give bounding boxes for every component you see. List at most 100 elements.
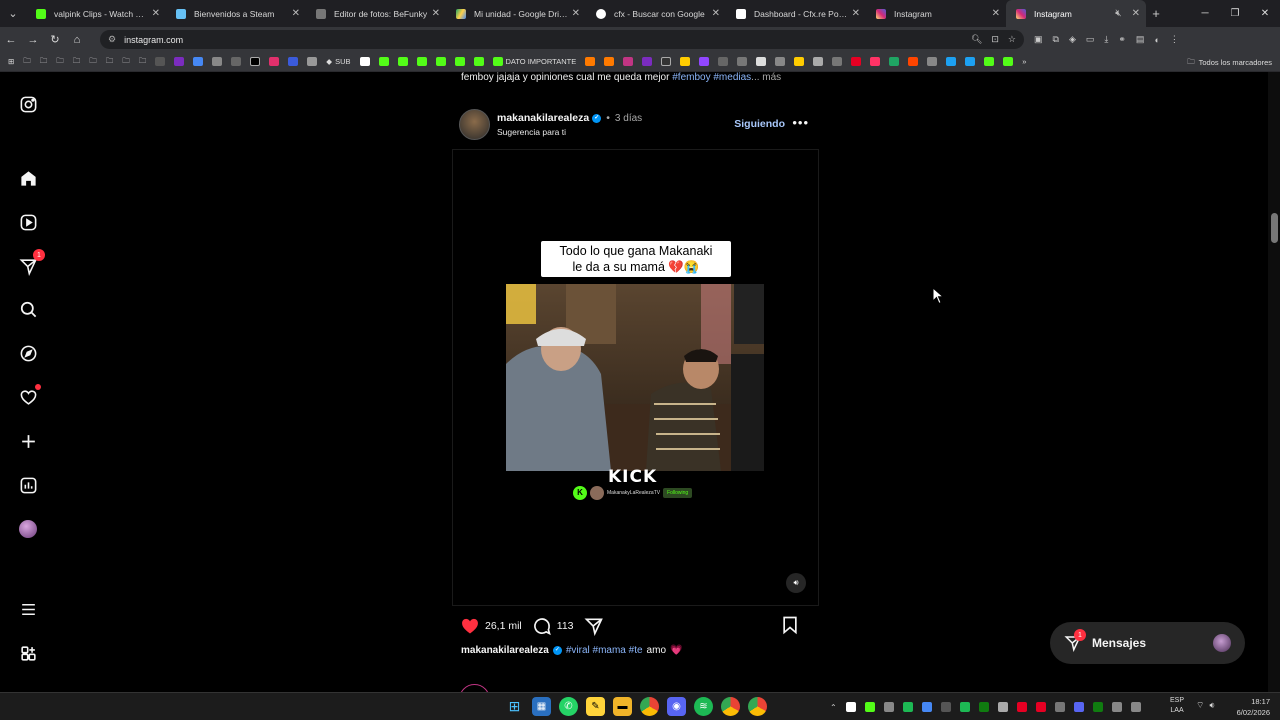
bookmark-icon[interactable] xyxy=(623,57,634,66)
post-options-icon[interactable]: ••• xyxy=(792,115,809,130)
bookmark-icon[interactable] xyxy=(378,57,389,66)
bookmark-icon[interactable] xyxy=(680,57,691,66)
chrome-profile-icon[interactable] xyxy=(748,697,767,716)
tray-app-icon[interactable] xyxy=(1111,702,1122,712)
bookmark-icon[interactable] xyxy=(870,57,881,66)
close-tab-icon[interactable]: ✕ xyxy=(432,8,440,19)
bookmark-icon[interactable] xyxy=(775,57,786,66)
tray-app-icon[interactable] xyxy=(1092,702,1103,712)
folder-icon[interactable]: 🗀︎ xyxy=(106,55,114,68)
bookmark-icon[interactable] xyxy=(984,57,995,66)
tab-cfx-portal[interactable]: Dashboard - Cfx.re Portal ✕ xyxy=(726,0,866,27)
address-bar[interactable]: ⚙ instagram.com 🔍︎ ⊡ ☆ xyxy=(100,30,1024,49)
close-tab-icon[interactable]: ✕ xyxy=(992,8,1000,19)
folder-icon[interactable]: 🗀︎ xyxy=(122,55,130,68)
bookmark-icon[interactable] xyxy=(604,57,615,66)
comment-count[interactable]: 113 xyxy=(557,620,574,632)
tray-app-icon[interactable] xyxy=(1035,702,1046,712)
tab-google-search[interactable]: cfx - Buscar con Google ✕ xyxy=(586,0,726,27)
messages-button[interactable]: 1 Mensajes xyxy=(1050,622,1245,664)
close-tab-icon[interactable]: ✕ xyxy=(152,8,160,19)
tab-befunky[interactable]: Editor de fotos: BeFunky ✕ xyxy=(306,0,446,27)
folder-icon[interactable]: 🗀︎ xyxy=(139,55,147,68)
post-author-avatar[interactable] xyxy=(459,109,490,140)
bookmark-icon[interactable] xyxy=(212,57,223,66)
reading-list-icon[interactable]: ▭ xyxy=(1086,34,1095,45)
scrollbar-thumb[interactable] xyxy=(1271,213,1278,243)
bookmark-icon[interactable] xyxy=(851,57,862,66)
bookmark-icon[interactable] xyxy=(1003,57,1014,66)
tray-app-icon[interactable] xyxy=(902,702,913,712)
sidepanel-icon[interactable]: ▤ xyxy=(1136,34,1145,45)
profile-icon[interactable]: ◐ xyxy=(1154,35,1159,45)
tray-overflow-icon[interactable]: ⌃ xyxy=(830,703,837,712)
tray-app-icon[interactable] xyxy=(978,702,989,712)
start-icon[interactable]: ⊞ xyxy=(505,697,524,716)
post-username[interactable]: makanakilarealeza xyxy=(497,112,589,124)
bookmark-icon[interactable] xyxy=(699,57,710,66)
direct-messages-icon[interactable]: 1 xyxy=(17,249,45,277)
bookmark-icon[interactable] xyxy=(359,57,370,66)
quick-settings[interactable]: ⌔ 🔉︎ xyxy=(1196,700,1215,711)
home-icon[interactable]: ⌂ xyxy=(66,34,88,46)
tray-app-icon[interactable] xyxy=(1054,702,1065,712)
explore-icon[interactable] xyxy=(17,342,39,364)
share-action[interactable] xyxy=(584,616,604,636)
bookmark-icon[interactable] xyxy=(269,57,280,66)
post-time[interactable]: 3 días xyxy=(615,113,642,124)
tab-google-drive[interactable]: Mi unidad - Google Drive ✕ xyxy=(446,0,586,27)
close-tab-icon[interactable]: ✕ xyxy=(852,8,860,19)
tab-search-button[interactable]: ⌄ xyxy=(0,0,26,27)
tab-instagram[interactable]: Instagram ✕ xyxy=(866,0,1006,27)
more-link[interactable]: ... más xyxy=(751,72,781,83)
folder-icon[interactable]: 🗀︎ xyxy=(73,55,81,68)
tab-instagram-active[interactable]: Instagram 🔇︎ ✕ xyxy=(1006,0,1146,27)
bookmark-icon[interactable] xyxy=(661,57,672,66)
instagram-logo-icon[interactable] xyxy=(17,93,39,115)
forward-icon[interactable]: → xyxy=(22,34,44,46)
menu-kebab-icon[interactable]: ⋮ xyxy=(1170,34,1179,45)
bookmark-icon[interactable] xyxy=(174,57,185,66)
caption-username[interactable]: makanakilarealeza xyxy=(461,645,549,656)
extension-icon[interactable]: ▣ xyxy=(1034,34,1043,45)
page-scrollbar[interactable] xyxy=(1268,72,1280,692)
bookmark-icon[interactable] xyxy=(288,57,299,66)
bookmarks-overflow-icon[interactable]: » xyxy=(1022,57,1026,66)
close-tab-icon[interactable]: ✕ xyxy=(292,8,300,19)
tray-app-icon[interactable] xyxy=(845,702,856,712)
notifications-heart-icon[interactable] xyxy=(17,384,41,408)
bookmark-icon[interactable] xyxy=(756,57,767,66)
close-tab-icon[interactable]: ✕ xyxy=(712,8,720,19)
restore-button[interactable]: ❐ xyxy=(1220,0,1250,27)
comment-action[interactable]: 113 xyxy=(532,616,574,636)
create-plus-icon[interactable] xyxy=(17,430,39,452)
following-button[interactable]: Siguiendo xyxy=(734,118,785,130)
close-window-button[interactable]: ✕ xyxy=(1250,0,1280,27)
bookmark-icon[interactable] xyxy=(889,57,900,66)
also-from-meta-icon[interactable] xyxy=(17,642,39,664)
hashtag-link[interactable]: #femboy #medias xyxy=(672,72,751,83)
audio-toggle-icon[interactable]: 🔊︎ xyxy=(786,573,806,593)
bookmark-icon[interactable] xyxy=(642,57,653,66)
all-bookmarks[interactable]: 🗀︎ Todos los marcadores xyxy=(1187,52,1272,72)
tray-app-icon[interactable] xyxy=(864,702,875,712)
chrome-icon[interactable] xyxy=(640,697,659,716)
bookmark-icon[interactable] xyxy=(737,57,748,66)
file-explorer-icon[interactable]: ▬ xyxy=(613,697,632,716)
bookmark-icon[interactable] xyxy=(965,57,976,66)
bookmark-dato-importante[interactable]: DATO IMPORTANTE xyxy=(492,57,576,66)
puzzle-icon[interactable]: ⧉ xyxy=(1053,34,1059,45)
bookmark-icon[interactable] xyxy=(473,57,484,66)
tray-app-icon[interactable] xyxy=(921,702,932,712)
bookmark-sub[interactable]: ◆ SUB xyxy=(326,57,350,66)
bookmark-icon[interactable] xyxy=(832,57,843,66)
bookmark-icon[interactable] xyxy=(718,57,729,66)
folder-icon[interactable]: 🗀︎ xyxy=(40,55,48,68)
new-tab-button[interactable]: + xyxy=(1146,6,1166,21)
bookmark-icon[interactable] xyxy=(927,57,938,66)
discord-icon[interactable]: ◉ xyxy=(667,697,686,716)
profile-avatar[interactable] xyxy=(17,518,39,540)
bookmark-icon[interactable] xyxy=(416,57,427,66)
minimize-button[interactable]: ─ xyxy=(1190,0,1220,27)
bookmark-icon[interactable] xyxy=(231,57,242,66)
